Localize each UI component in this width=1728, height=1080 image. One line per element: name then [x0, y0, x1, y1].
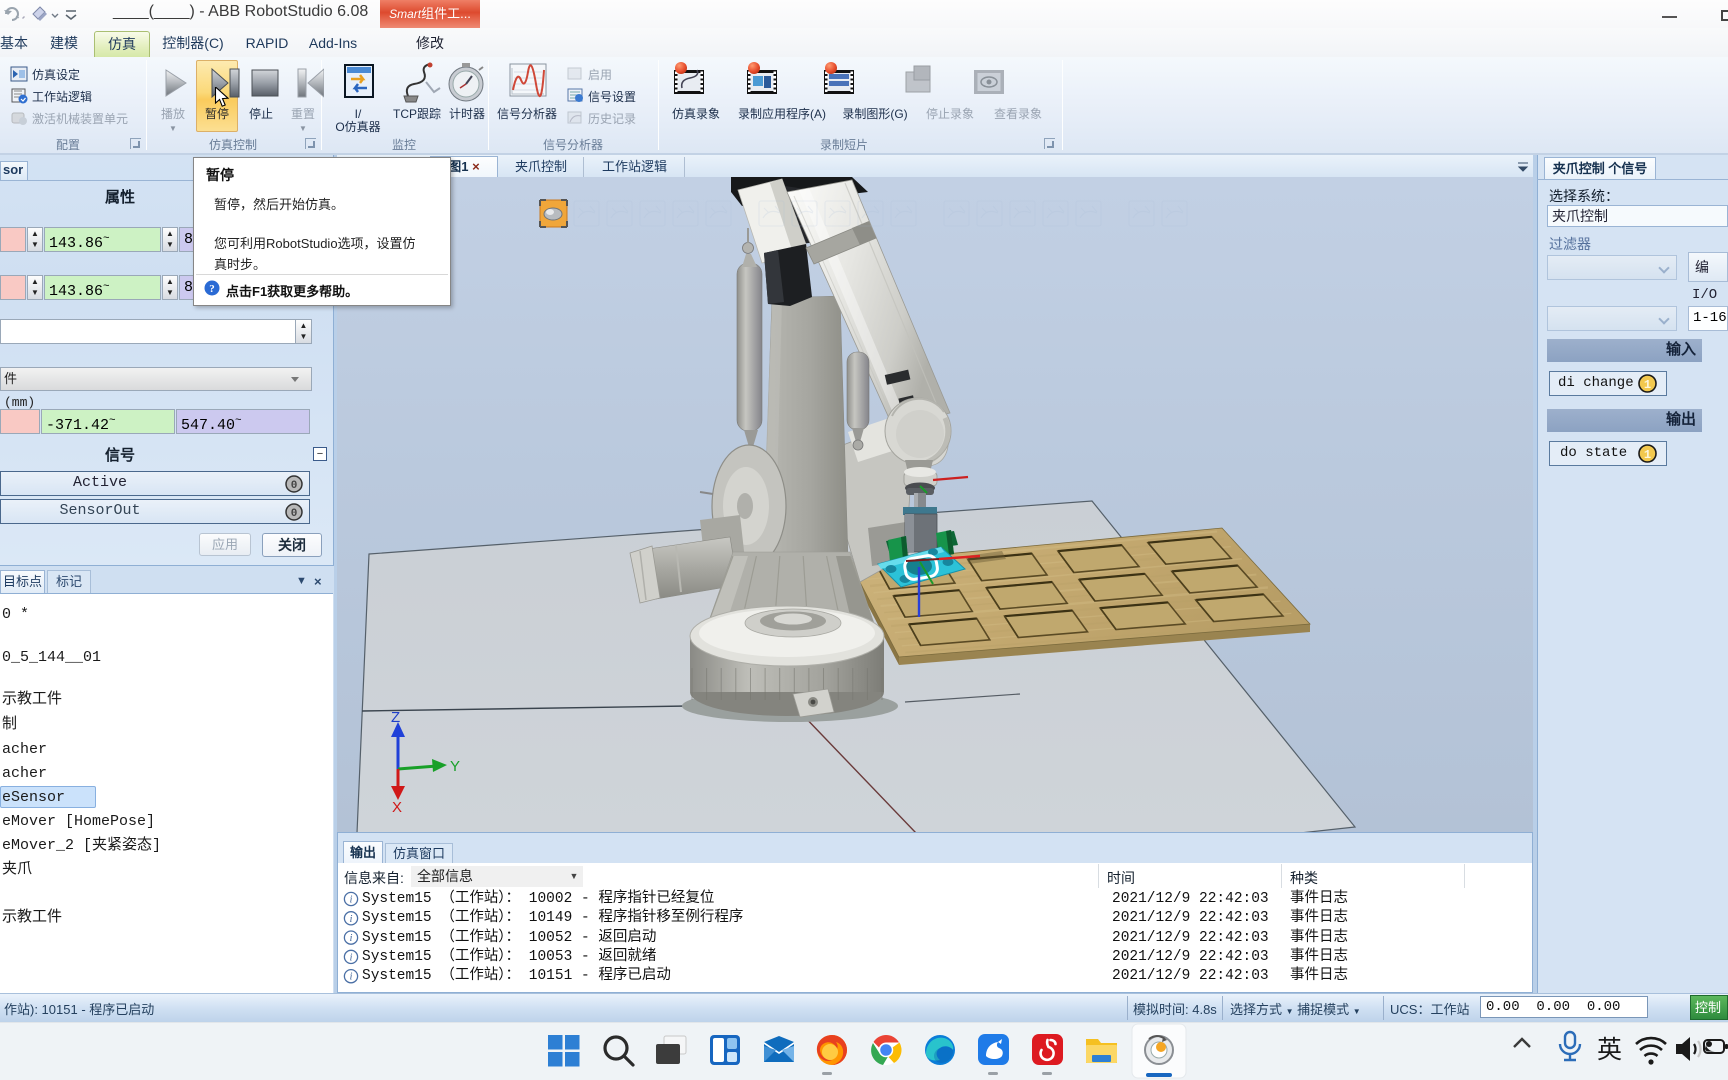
svg-text:1: 1 — [1644, 448, 1651, 462]
svg-text:Z: Z — [391, 709, 400, 726]
svg-text:Y: Y — [450, 758, 460, 775]
svg-text:1: 1 — [1644, 378, 1651, 392]
svg-text:0: 0 — [291, 480, 298, 492]
svg-text:X: X — [392, 799, 402, 816]
svg-text:i: i — [350, 972, 353, 983]
svg-text:0: 0 — [291, 508, 298, 520]
svg-text:i: i — [350, 933, 353, 944]
svg-text:?: ? — [209, 283, 215, 295]
svg-text:i: i — [350, 914, 353, 925]
svg-text:i: i — [350, 952, 353, 963]
svg-text:i: i — [350, 895, 353, 906]
svg-text:英: 英 — [1597, 1036, 1622, 1064]
